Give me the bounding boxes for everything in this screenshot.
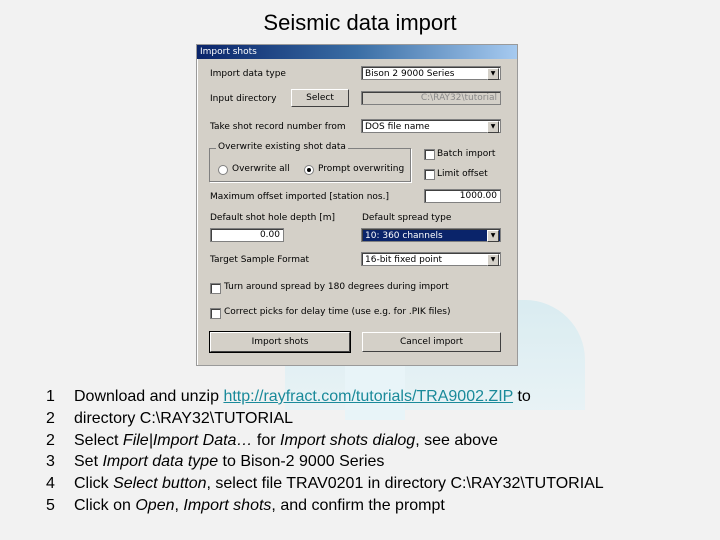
chevron-down-icon[interactable]: ▼	[487, 121, 499, 133]
step-text: for	[252, 431, 281, 449]
input-directory-field[interactable]: C:\RAY32\tutorial	[361, 91, 501, 105]
import-data-type-value: Bison 2 9000 Series	[365, 69, 455, 79]
shot-record-number-value: DOS file name	[365, 122, 430, 132]
turn-around-label: Turn around spread by 180 degrees during…	[224, 282, 449, 292]
overwrite-all-label: Overwrite all	[232, 164, 290, 174]
spread-type-value: 10: 360 channels	[365, 231, 443, 241]
step-number: 4	[46, 475, 55, 493]
batch-import-checkbox[interactable]	[424, 149, 435, 160]
step-emphasis: File|Import Data…	[122, 431, 253, 449]
sample-format-select[interactable]: 16-bit fixed point ▼	[361, 252, 501, 266]
step-item: 2 directory C:\RAY32\TUTORIAL	[46, 408, 604, 430]
limit-offset-checkbox[interactable]	[424, 169, 435, 180]
shot-record-number-select[interactable]: DOS file name ▼	[361, 119, 501, 133]
step-emphasis: Import data type	[102, 453, 219, 471]
max-offset-input[interactable]: 1000.00	[424, 189, 501, 203]
dialog-titlebar: Import shots	[197, 45, 517, 59]
step-text: , see above	[415, 431, 498, 449]
correct-picks-checkbox[interactable]	[210, 308, 221, 319]
import-shots-button[interactable]: Import shots	[209, 331, 351, 353]
import-shots-dialog: Import shots Import data type Bison 2 90…	[196, 44, 518, 366]
step-text: Click on	[74, 496, 136, 514]
step-item: 4 Click Select button, select file TRAV0…	[46, 473, 604, 495]
input-directory-label: Input directory	[210, 94, 277, 104]
step-number: 3	[46, 453, 55, 471]
step-number: 1	[46, 388, 55, 405]
step-emphasis: Import shots	[183, 496, 272, 514]
step-text: Click	[74, 475, 114, 493]
sample-format-label: Target Sample Format	[210, 255, 310, 265]
chevron-down-icon[interactable]: ▼	[487, 68, 499, 80]
chevron-down-icon[interactable]: ▼	[487, 254, 499, 266]
step-number: 5	[46, 496, 55, 514]
step-text: directory C:\RAY32\TUTORIAL	[74, 409, 294, 427]
limit-offset-label: Limit offset	[437, 169, 488, 179]
overwrite-all-radio[interactable]	[218, 165, 228, 175]
batch-import-label: Batch import	[437, 149, 496, 159]
correct-picks-label: Correct picks for delay time (use e.g. f…	[224, 307, 451, 317]
slide-title: Seismic data import	[263, 10, 457, 35]
step-text: Select	[74, 431, 123, 449]
step-text: Download and unzip	[74, 388, 224, 405]
step-text: to Bison-2 9000 Series	[218, 453, 385, 471]
step-number: 2	[46, 431, 55, 449]
step-item: 3 Set Import data type to Bison-2 9000 S…	[46, 451, 604, 473]
prompt-overwriting-radio[interactable]	[304, 165, 314, 175]
overwrite-group-legend: Overwrite existing shot data	[216, 142, 348, 152]
import-data-type-label: Import data type	[210, 69, 286, 79]
instruction-steps: 1 Download and unzip http://rayfract.com…	[46, 386, 604, 517]
prompt-overwriting-label: Prompt overwriting	[318, 164, 405, 174]
step-text: , and confirm the prompt	[271, 496, 445, 514]
step-text: Set	[74, 453, 103, 471]
step-item: 1 Download and unzip http://rayfract.com…	[46, 386, 604, 408]
sample-format-value: 16-bit fixed point	[365, 255, 443, 265]
import-data-type-select[interactable]: Bison 2 9000 Series ▼	[361, 66, 501, 80]
step-emphasis: Select button	[113, 475, 207, 493]
chevron-down-icon[interactable]: ▼	[487, 230, 499, 242]
step-item: 5 Click on Open, Import shots, and confi…	[46, 495, 604, 517]
overwrite-groupbox: Overwrite existing shot data Overwrite a…	[209, 142, 411, 182]
max-offset-label: Maximum offset imported [station nos.]	[210, 192, 389, 202]
select-button[interactable]: Select	[291, 89, 349, 107]
step-emphasis: Open	[135, 496, 175, 514]
step-item: 2 Select File|Import Data… for Import sh…	[46, 430, 604, 452]
cancel-import-button[interactable]: Cancel import	[362, 332, 501, 352]
step-text: , select file TRAV0201 in directory C:\R…	[206, 475, 604, 493]
step-emphasis: Import shots dialog	[280, 431, 416, 449]
shot-record-number-label: Take shot record number from	[210, 122, 346, 132]
step-number: 2	[46, 409, 55, 427]
shot-hole-depth-label: Default shot hole depth [m]	[210, 213, 335, 223]
shot-hole-depth-input[interactable]: 0.00	[210, 228, 284, 242]
tutorial-download-link[interactable]: http://rayfract.com/tutorials/TRA9002.ZI…	[223, 388, 513, 405]
step-text: to	[513, 388, 531, 405]
spread-type-label: Default spread type	[362, 213, 452, 223]
spread-type-select[interactable]: 10: 360 channels ▼	[361, 228, 501, 242]
turn-around-checkbox[interactable]	[210, 283, 221, 294]
